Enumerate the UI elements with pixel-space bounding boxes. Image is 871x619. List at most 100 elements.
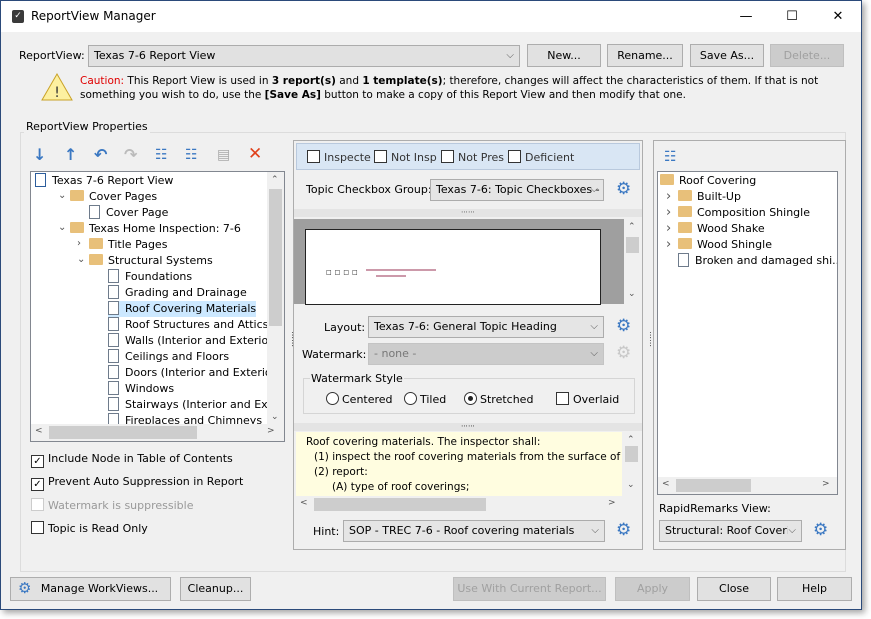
tree-new-icon[interactable]: ☷ (185, 147, 198, 163)
topic-group-settings-gear-icon[interactable]: ⚙ (616, 181, 631, 198)
minimize-button[interactable]: — (723, 1, 769, 32)
report-tree[interactable]: Texas 7-6 Report View Cover Pages ⌄ Cover P… (30, 171, 285, 442)
watermark-select[interactable]: - none - ⌵ (368, 343, 604, 365)
layout-select[interactable]: Texas 7-6: General Topic Heading ⌵ (368, 316, 604, 338)
reportview-select[interactable]: Texas 7-6 Report View ⌵ (88, 45, 520, 67)
tree-item[interactable]: Structural Systems (89, 253, 213, 269)
remarks-tree[interactable]: Roof Covering Built-Up › Composition Shingl… (657, 171, 838, 495)
radio[interactable] (404, 392, 417, 405)
hint-hscrollbar[interactable]: < > (296, 496, 622, 513)
topic-checkbox[interactable]: Not Insp (374, 150, 437, 164)
tree-item[interactable]: Texas 7-6 Report View (35, 173, 173, 189)
chevron-right-icon[interactable]: › (77, 238, 81, 249)
hint-vscrollbar[interactable]: ⌃ ⌄ (623, 432, 640, 496)
delete-icon[interactable]: ✕ (248, 146, 262, 163)
radio[interactable] (326, 392, 339, 405)
scroll-right-icon[interactable]: > (608, 498, 616, 508)
chevron-down-icon[interactable]: ⌄ (77, 254, 85, 265)
manage-workviews-button[interactable]: ⚙ Manage WorkViews... (10, 577, 171, 601)
help-button[interactable]: Help (777, 577, 852, 601)
move-down-icon[interactable]: ↓ (33, 147, 46, 163)
maximize-button[interactable]: ☐ (769, 1, 815, 32)
new-button[interactable]: New... (527, 44, 601, 67)
scroll-up-icon[interactable]: ⌃ (271, 175, 279, 185)
scroll-left-icon[interactable]: < (300, 498, 308, 508)
cleanup-button[interactable]: Cleanup... (180, 577, 251, 601)
rapidremarks-select[interactable]: Structural: Roof Coverir ⌵ (659, 520, 802, 542)
remark-tree-item[interactable]: Wood Shingle (678, 237, 772, 253)
save-as-button[interactable]: Save As... (690, 44, 764, 67)
option-checkbox[interactable]: Watermark is suppressible (31, 498, 194, 512)
tree-item[interactable]: Windows (108, 381, 174, 397)
scroll-thumb[interactable] (314, 498, 486, 511)
tree-icon[interactable]: ☷ (664, 149, 677, 165)
tree-vscrollbar[interactable]: ⌃ ⌄ (267, 172, 284, 426)
tree-icon[interactable]: ☷ (155, 147, 168, 163)
tree-item[interactable]: Roof Structures and Attics (108, 317, 268, 333)
topic-checkbox[interactable]: Not Pres (441, 150, 504, 164)
chevron-down-icon[interactable]: ⌄ (58, 222, 66, 233)
option-checkbox[interactable]: ✓ Prevent Auto Suppression in Report (31, 475, 243, 491)
scroll-thumb[interactable] (626, 237, 639, 253)
tree-item[interactable]: Cover Page (89, 205, 168, 221)
close-button[interactable]: Close (697, 577, 771, 601)
tree-item[interactable]: Ceilings and Floors (108, 349, 229, 365)
scroll-up-icon[interactable]: ⌃ (628, 222, 636, 232)
remark-tree-item[interactable]: Built-Up (678, 189, 741, 205)
remarks-hscrollbar[interactable]: < > (658, 477, 837, 494)
tree-item[interactable]: Doors (Interior and Exterior) (108, 365, 280, 381)
checkbox[interactable] (441, 150, 454, 163)
undo-icon[interactable]: ↶ (94, 147, 107, 163)
scroll-left-icon[interactable]: < (35, 426, 43, 436)
checkbox[interactable] (31, 521, 44, 534)
apply-button[interactable]: Apply (615, 577, 690, 601)
remark-tree-item[interactable]: Composition Shingle (678, 205, 810, 221)
scroll-right-icon[interactable]: > (267, 426, 275, 436)
chevron-right-icon[interactable]: › (666, 221, 671, 236)
splitter-handle[interactable]: ⋯⋯ (294, 209, 642, 217)
checkbox[interactable] (556, 392, 569, 405)
chevron-right-icon[interactable]: › (666, 237, 671, 252)
scroll-down-icon[interactable]: ⌄ (627, 480, 635, 490)
radio[interactable] (464, 392, 477, 405)
hint-text-area[interactable]: Roof covering materials. The inspector s… (296, 432, 622, 496)
redo-icon[interactable]: ↷ (124, 147, 137, 163)
scroll-up-icon[interactable]: ⌃ (627, 435, 635, 445)
checkbox[interactable] (31, 498, 44, 511)
topic-checkbox[interactable]: Inspecte (307, 150, 371, 164)
option-checkbox[interactable]: Topic is Read Only (31, 521, 148, 535)
delete-button[interactable]: Delete... (770, 44, 844, 67)
pdf-settings-icon[interactable]: ▤ (217, 147, 230, 163)
tree-item[interactable]: Cover Pages (70, 189, 157, 205)
topic-group-select[interactable]: Texas 7-6: Topic Checkboxes - ⌵ (430, 179, 604, 201)
checkbox[interactable]: ✓ (31, 455, 44, 468)
chevron-right-icon[interactable]: › (666, 189, 671, 204)
move-up-icon[interactable]: ↑ (64, 147, 77, 163)
remark-tree-item[interactable]: Broken and damaged shi... (678, 253, 837, 269)
remark-tree-item[interactable]: Wood Shake (678, 221, 765, 237)
layout-settings-gear-icon[interactable]: ⚙ (616, 318, 631, 335)
scroll-thumb[interactable] (49, 426, 197, 439)
watermark-style-radio[interactable]: Centered (326, 392, 393, 406)
scroll-thumb[interactable] (269, 189, 282, 326)
tree-item[interactable]: Texas Home Inspection: 7-6 (70, 221, 241, 237)
splitter-handle[interactable]: ⋯⋯ (294, 423, 642, 431)
scroll-down-icon[interactable]: ⌄ (628, 289, 636, 299)
scroll-down-icon[interactable]: ⌄ (271, 412, 279, 422)
watermark-style-radio[interactable]: Tiled (404, 392, 446, 406)
watermark-settings-gear-icon[interactable]: ⚙ (616, 345, 631, 362)
preview-scrollbar[interactable]: ⌃ ⌄ (624, 219, 641, 304)
tree-item[interactable]: Foundations (108, 269, 192, 285)
rapidremarks-settings-gear-icon[interactable]: ⚙ (813, 522, 828, 539)
overlaid-checkbox[interactable]: Overlaid (556, 392, 619, 406)
scroll-thumb[interactable] (676, 479, 751, 492)
option-checkbox[interactable]: ✓ Include Node in Table of Contents (31, 452, 233, 468)
chevron-down-icon[interactable]: ⌄ (58, 190, 66, 201)
chevron-right-icon[interactable]: › (666, 205, 671, 220)
watermark-style-radio[interactable]: Stretched (464, 392, 533, 406)
checkbox[interactable]: ✓ (31, 478, 44, 491)
scroll-right-icon[interactable]: > (822, 479, 830, 489)
close-window-button[interactable]: ✕ (815, 1, 861, 32)
scroll-thumb[interactable] (625, 446, 638, 462)
checkbox[interactable] (508, 150, 521, 163)
